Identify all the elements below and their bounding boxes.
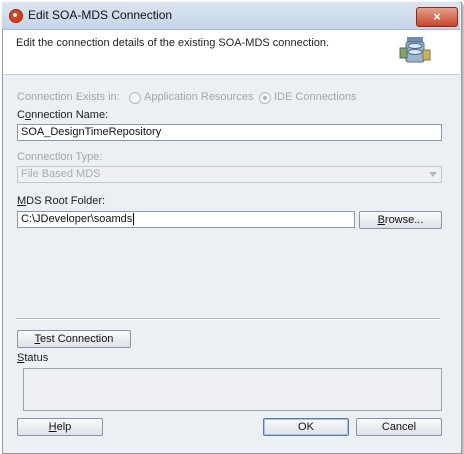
- connection-type-select[interactable]: File Based MDS: [17, 166, 442, 183]
- mds-root-folder-label: MDS Root Folder:: [17, 195, 106, 207]
- connection-name-input[interactable]: SOA_DesignTimeRepository: [17, 124, 442, 141]
- radio-application-resources[interactable]: [129, 92, 141, 104]
- close-button[interactable]: ×: [416, 7, 458, 27]
- radio-ide-connections-label: IDE Connections: [274, 91, 357, 103]
- mds-root-folder-input[interactable]: C:\JDeveloper\soamds: [17, 211, 355, 228]
- window-title: Edit SOA-MDS Connection: [28, 8, 173, 22]
- test-connection-button[interactable]: Test Connection: [17, 330, 131, 348]
- connection-type-value: File Based MDS: [21, 168, 101, 180]
- connection-name-label: Connection Name:: [17, 109, 109, 121]
- text-caret: [133, 213, 135, 226]
- browse-button[interactable]: Browse...: [359, 211, 442, 229]
- radio-ide-connections[interactable]: [259, 92, 271, 104]
- title-bar[interactable]: Edit SOA-MDS Connection ×: [2, 2, 460, 30]
- status-label: Status: [17, 352, 49, 364]
- ok-button[interactable]: OK: [263, 418, 349, 436]
- header-description: Edit the connection details of the exist…: [16, 37, 330, 49]
- connection-type-label: Connection Type:: [17, 151, 103, 163]
- cancel-button[interactable]: Cancel: [356, 418, 442, 436]
- section-divider: [16, 318, 440, 320]
- dialog-header: Edit the connection details of the exist…: [3, 30, 460, 75]
- chevron-down-icon: [429, 172, 437, 177]
- status-box: [23, 368, 442, 411]
- radio-application-resources-label: Application Resources: [144, 91, 254, 103]
- database-connection-icon: [399, 37, 431, 63]
- connection-exists-label: Connection Exists in:: [17, 91, 120, 103]
- help-button[interactable]: Help: [17, 418, 103, 436]
- oracle-app-icon: [9, 9, 23, 23]
